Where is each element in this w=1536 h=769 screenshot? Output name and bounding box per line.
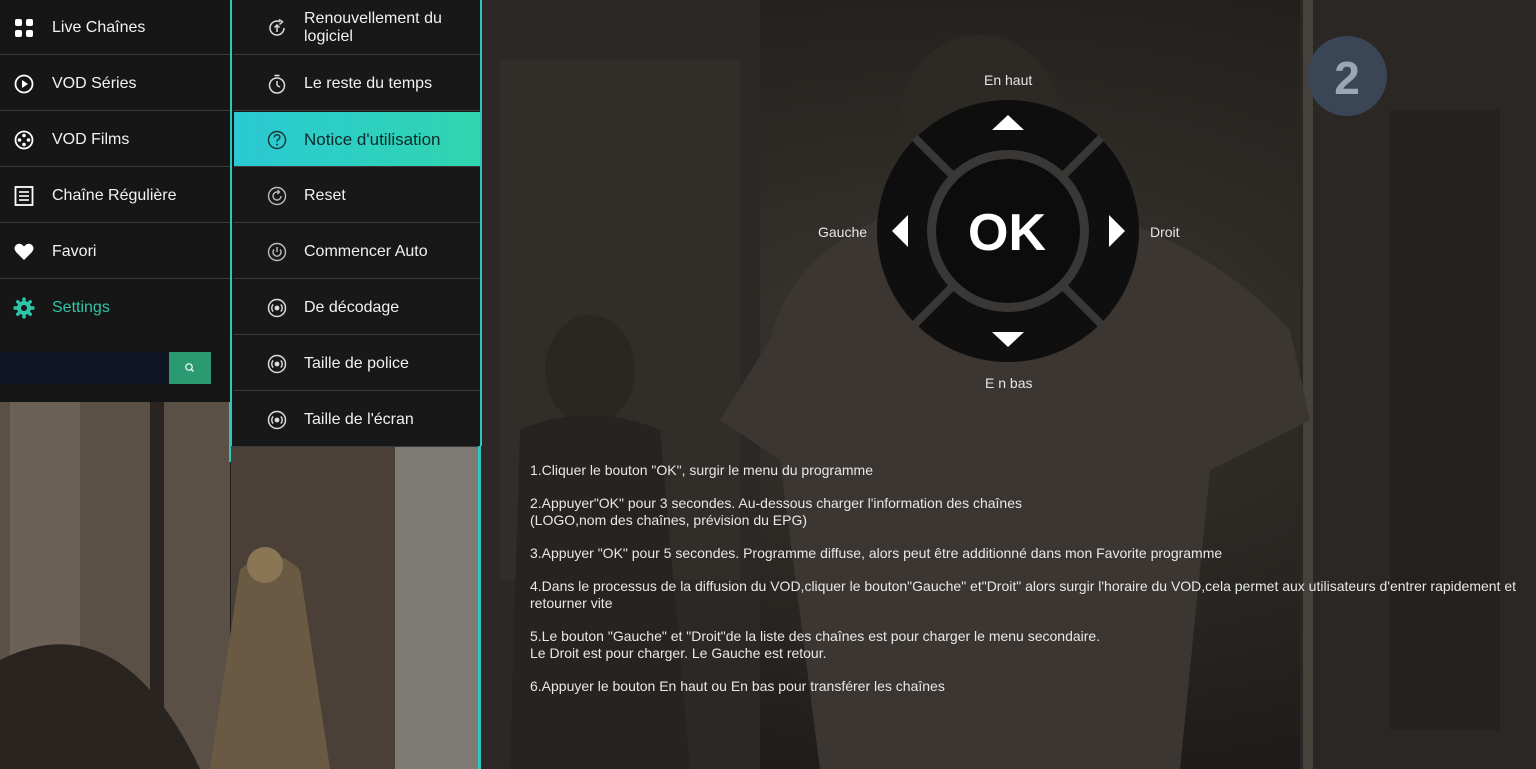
document-list-icon	[14, 186, 34, 206]
sub-menu-item-label: Reset	[304, 187, 346, 204]
sub-menu-item-label: Renouvellement du logiciel	[304, 10, 442, 45]
instruction-item: 5.Le bouton "Gauche" et "Droit"de la lis…	[530, 628, 1536, 662]
instruction-item: 2.Appuyer"OK" pour 3 secondes. Au-dessou…	[530, 495, 1536, 529]
dpad-up-label: En haut	[984, 72, 1033, 88]
sub-menu-item-label: Taille de police	[304, 355, 409, 372]
instruction-item: 6.Appuyer le bouton En haut ou En bas po…	[530, 678, 1536, 695]
sub-menu-item-label: Commencer Auto	[304, 243, 428, 260]
update-icon	[269, 18, 285, 36]
sub-menu-item-renouvellement[interactable]: Renouvellement du logiciel	[234, 0, 480, 55]
instruction-line: 4.Dans le processus de la diffusion du V…	[530, 578, 1517, 594]
instruction-line: 5.Le bouton "Gauche" et "Droit"de la lis…	[530, 628, 1101, 644]
play-circle-icon	[14, 74, 34, 94]
sub-menu-item-taille-ecran[interactable]: Taille de l'écran	[234, 392, 480, 447]
main-menu-item-vod-films[interactable]: VOD Films	[0, 112, 230, 167]
main-menu-item-label: Settings	[52, 299, 110, 316]
main-menu-item-label: Chaîne Régulière	[52, 187, 177, 204]
main-menu-item-label: VOD Séries	[52, 75, 137, 92]
main-menu-item-label: Favori	[52, 243, 97, 260]
search-bar	[0, 334, 230, 402]
sub-menu-item-commencer-auto[interactable]: Commencer Auto	[234, 224, 480, 279]
main-menu-item-chaine-reguliere[interactable]: Chaîne Régulière	[0, 168, 230, 223]
sub-menu-item-reste-du-temps[interactable]: Le reste du temps	[234, 56, 480, 111]
sub-menu-item-taille-police[interactable]: Taille de police	[234, 336, 480, 391]
main-menu-item-label: Live Chaînes	[52, 19, 146, 36]
sub-menu-item-decodage[interactable]: De décodage	[234, 280, 480, 335]
instruction-item: 4.Dans le processus de la diffusion du V…	[530, 578, 1536, 612]
radio-icon	[267, 410, 287, 430]
main-menu-item-favori[interactable]: Favori	[0, 224, 230, 279]
grid-icon	[15, 19, 33, 37]
instruction-item: 3.Appuyer "OK" pour 5 secondes. Programm…	[530, 545, 1536, 562]
sub-menu-item-label: De décodage	[304, 299, 400, 316]
main-menu-item-live-chaines[interactable]: Live Chaînes	[0, 0, 230, 55]
dpad-down-label: E n bas	[985, 375, 1033, 391]
dpad-right-label: Droit	[1150, 224, 1180, 240]
film-reel-icon	[14, 130, 34, 150]
radio-icon	[267, 354, 287, 374]
search-button[interactable]	[169, 352, 211, 384]
instruction-line: 3.Appuyer "OK" pour 5 secondes. Programm…	[530, 545, 1223, 561]
sub-menu-accent-line	[478, 446, 481, 769]
instruction-line: 6.Appuyer le bouton En haut ou En bas po…	[530, 678, 945, 694]
dpad-left-label: Gauche	[818, 224, 868, 240]
heart-icon	[14, 243, 34, 260]
search-input[interactable]	[0, 352, 168, 384]
usage-instructions: 1.Cliquer le bouton "OK", surgir le menu…	[530, 462, 1536, 711]
power-icon	[267, 242, 287, 262]
reset-icon	[267, 186, 287, 206]
sub-menu-item-notice[interactable]: Notice d'utilisation	[234, 112, 480, 167]
instruction-line: retourner vite	[530, 595, 613, 611]
search-icon	[185, 363, 194, 372]
sub-menu-item-label: Le reste du temps	[304, 75, 433, 92]
gear-icon	[13, 297, 35, 319]
main-menu-item-label: VOD Films	[52, 131, 130, 148]
instruction-line: 2.Appuyer"OK" pour 3 secondes. Au-dessou…	[530, 495, 1023, 511]
instruction-line: Le Droit est pour charger. Le Gauche est…	[530, 645, 827, 661]
help-icon	[267, 130, 287, 150]
main-menu-item-settings[interactable]: Settings	[0, 280, 230, 335]
timer-icon	[268, 74, 286, 94]
radio-icon	[267, 298, 287, 318]
sub-menu-item-reset[interactable]: Reset	[234, 168, 480, 223]
instruction-line: (LOGO,nom des chaînes, prévision du EPG)	[530, 512, 808, 528]
sub-menu-item-label: Notice d'utilisation	[304, 130, 441, 149]
instruction-line: 1.Cliquer le bouton "OK", surgir le menu…	[530, 462, 873, 478]
sub-menu-item-label: Taille de l'écran	[304, 411, 414, 428]
svg-text:2: 2	[1334, 52, 1360, 104]
main-menu: Live Chaînes VOD Séries VOD Films Chaîne…	[0, 0, 230, 335]
instruction-item: 1.Cliquer le bouton "OK", surgir le menu…	[530, 462, 1536, 479]
main-menu-item-vod-series[interactable]: VOD Séries	[0, 56, 230, 111]
settings-sub-menu: Renouvellement du logiciel Le reste du t…	[230, 0, 482, 447]
